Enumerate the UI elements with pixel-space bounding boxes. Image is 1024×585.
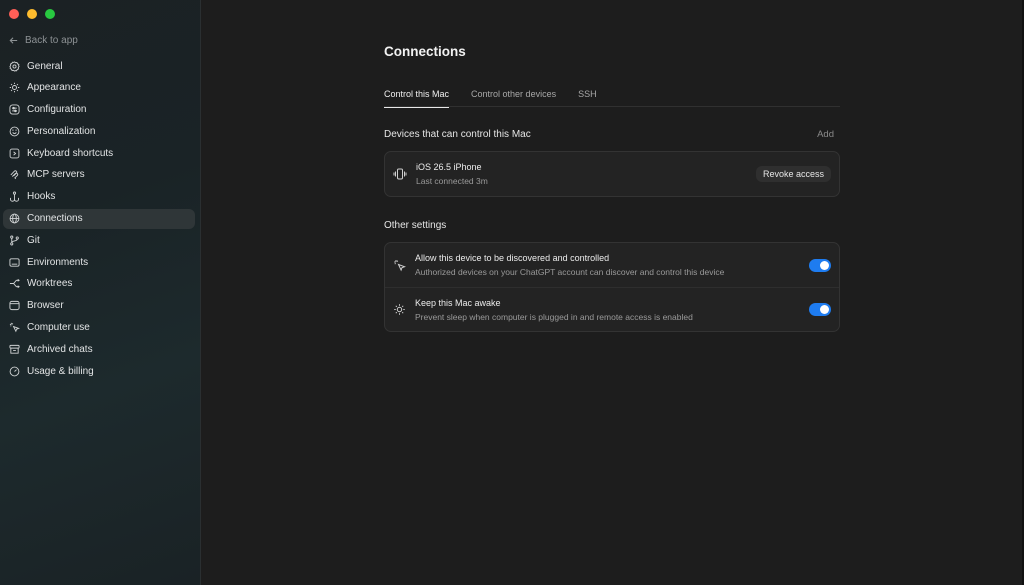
sidebar-item-keyboard-shortcuts[interactable]: Keyboard shortcuts <box>3 143 195 163</box>
sidebar-item-personalization[interactable]: Personalization <box>3 121 195 141</box>
settings-main: Connections Control this Mac Control oth… <box>201 0 1024 585</box>
sun-icon <box>394 304 405 315</box>
sidebar-item-label: Appearance <box>27 82 81 94</box>
back-to-app-link[interactable]: Back to app <box>8 32 78 48</box>
setting-text: Allow this device to be discovered and c… <box>415 253 809 277</box>
sidebar-item-label: Keyboard shortcuts <box>27 147 114 159</box>
cursor-sparkle-icon <box>394 259 406 271</box>
tab-control-other-devices[interactable]: Control other devices <box>471 84 556 107</box>
sidebar-item-general[interactable]: General <box>3 56 195 76</box>
gear-icon <box>9 60 20 72</box>
close-window-button[interactable] <box>9 9 19 19</box>
sidebar-item-configuration[interactable]: Configuration <box>3 100 195 120</box>
setting-title: Allow this device to be discovered and c… <box>415 253 610 263</box>
pointer-icon <box>9 322 20 333</box>
device-row: iOS 26.5 iPhone Last connected 3m Revoke… <box>385 152 839 196</box>
devices-section-heading: Devices that can control this Mac <box>384 129 531 140</box>
sidebar: Back to app General Appearance Configura… <box>0 0 201 585</box>
sun-icon <box>9 83 20 93</box>
sidebar-item-label: Computer use <box>27 322 90 334</box>
window-controls <box>9 9 55 19</box>
setting-row-discoverable: Allow this device to be discovered and c… <box>385 243 839 287</box>
tab-ssh[interactable]: SSH <box>578 84 597 107</box>
sidebar-item-label: Usage & billing <box>27 365 94 377</box>
sidebar-item-browser[interactable]: Browser <box>3 296 195 316</box>
tab-bar: Control this Mac Control other devices S… <box>384 84 840 108</box>
setting-description: Prevent sleep when computer is plugged i… <box>415 311 693 322</box>
toggle-knob <box>820 305 829 314</box>
terminal-icon <box>9 258 20 267</box>
archive-icon <box>9 344 20 354</box>
sidebar-item-environments[interactable]: Environments <box>3 252 195 272</box>
sidebar-item-git[interactable]: Git <box>3 230 195 250</box>
setting-title: Keep this Mac awake <box>415 297 501 308</box>
settings-window: Back to app General Appearance Configura… <box>0 0 1024 585</box>
minimize-window-button[interactable] <box>27 9 37 19</box>
sidebar-item-label: MCP servers <box>27 169 85 181</box>
device-last-connected: Last connected 3m <box>416 176 488 186</box>
zoom-window-button[interactable] <box>45 9 55 19</box>
keep-awake-toggle[interactable] <box>809 303 831 316</box>
sidebar-item-archived-chats[interactable]: Archived chats <box>3 339 195 359</box>
settings-nav: General Appearance Configuration Persona… <box>3 56 195 383</box>
arrow-left-icon <box>9 36 18 44</box>
back-label: Back to app <box>25 34 78 46</box>
tab-control-this-mac[interactable]: Control this Mac <box>384 84 450 108</box>
git-branch-icon <box>10 235 19 246</box>
sidebar-item-label: Environments <box>27 256 89 268</box>
sidebar-item-label: Git <box>27 234 40 246</box>
browser-icon <box>9 301 20 311</box>
sidebar-item-hooks[interactable]: Hooks <box>3 187 195 207</box>
sidebar-item-label: Configuration <box>27 104 87 116</box>
devices-section-header: Devices that can control this Mac Add <box>384 129 840 140</box>
page-title: Connections <box>384 44 466 59</box>
setting-text: Keep this Mac awake Prevent sleep when c… <box>415 298 809 322</box>
other-settings-list: Allow this device to be discovered and c… <box>384 242 840 332</box>
sidebar-item-connections[interactable]: Connections <box>3 208 195 229</box>
mcp-icon <box>10 170 19 180</box>
other-settings-header: Other settings <box>384 220 840 231</box>
sidebar-item-label: Browser <box>27 300 64 312</box>
sidebar-item-label: Worktrees <box>27 278 73 290</box>
hook-icon <box>10 191 19 202</box>
device-name: iOS 26.5 iPhone <box>416 162 482 172</box>
sidebar-item-worktrees[interactable]: Worktrees <box>3 274 195 294</box>
sidebar-item-label: Connections <box>27 213 83 225</box>
setting-row-keep-awake: Keep this Mac awake Prevent sleep when c… <box>385 287 839 331</box>
sidebar-item-label: Personalization <box>27 125 96 137</box>
gauge-icon <box>9 366 20 377</box>
sidebar-item-label: General <box>27 60 63 72</box>
other-settings-heading: Other settings <box>384 220 447 231</box>
globe-icon <box>9 213 20 224</box>
worktree-icon <box>9 279 20 289</box>
revoke-access-button[interactable]: Revoke access <box>755 166 831 182</box>
discoverable-toggle[interactable] <box>809 258 831 272</box>
device-list: iOS 26.5 iPhone Last connected 3m Revoke… <box>384 151 840 197</box>
sidebar-item-appearance[interactable]: Appearance <box>3 78 195 98</box>
toggle-knob <box>820 260 829 270</box>
device-info: iOS 26.5 iPhone Last connected 3m <box>416 162 756 186</box>
phone-vibrate-icon <box>393 168 407 180</box>
sidebar-item-usage-billing[interactable]: Usage & billing <box>3 361 195 381</box>
sidebar-item-label: Archived chats <box>27 343 93 355</box>
sidebar-item-computer-use[interactable]: Computer use <box>3 318 195 338</box>
keyboard-icon <box>9 148 20 159</box>
sidebar-item-label: Hooks <box>27 191 56 203</box>
setting-description: Authorized devices on your ChatGPT accou… <box>415 267 725 277</box>
sliders-icon <box>9 104 20 115</box>
add-device-button[interactable]: Add <box>817 129 840 140</box>
sidebar-item-mcp-servers[interactable]: MCP servers <box>3 165 195 185</box>
smile-icon <box>9 126 20 137</box>
